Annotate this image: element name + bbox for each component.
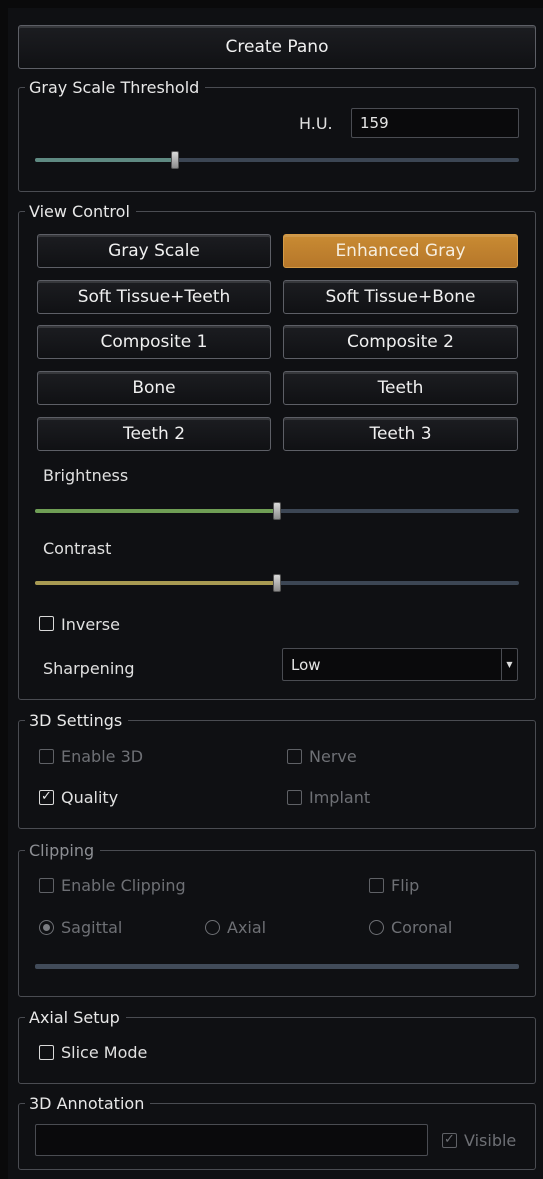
view-control-title: View Control [29,202,130,221]
nerve-label: Nerve [309,747,357,766]
view-button-gray-scale[interactable]: Gray Scale [37,234,271,268]
axial-setup-title: Axial Setup [29,1008,120,1027]
view-button-enhanced-gray[interactable]: Enhanced Gray [283,234,518,268]
contrast-label: Contrast [43,539,112,558]
create-pano-button[interactable]: Create Pano [18,25,536,69]
brightness-thumb[interactable] [273,502,281,520]
sharpening-select[interactable]: Low ▼ [282,648,518,681]
brightness-label: Brightness [43,466,129,485]
hu-value: 159 [360,114,389,132]
flip-label: Flip [391,876,420,895]
view-button-soft-tissue-bone[interactable]: Soft Tissue+Bone [283,280,518,314]
inverse-checkbox[interactable] [39,616,54,631]
enable-3d-label: Enable 3D [61,747,144,766]
sharpening-label: Sharpening [43,659,135,678]
contrast-fill [35,581,277,585]
contrast-thumb[interactable] [273,574,281,592]
slice-mode-checkbox[interactable] [39,1045,54,1060]
inverse-label: Inverse [61,615,120,634]
quality-label: Quality [61,788,119,807]
view-button-bone[interactable]: Bone [37,371,271,405]
view-button-teeth-2[interactable]: Teeth 2 [37,417,271,451]
view-button-teeth-3[interactable]: Teeth 3 [283,417,518,451]
sagittal-radio[interactable] [39,920,54,935]
nerve-checkbox[interactable] [287,749,302,764]
coronal-radio[interactable] [369,920,384,935]
enable-3d-checkbox[interactable] [39,749,54,764]
view-button-composite-2[interactable]: Composite 2 [283,325,518,359]
gray-scale-threshold-title: Gray Scale Threshold [29,78,200,97]
annotation-text-input[interactable] [35,1124,428,1156]
sharpening-value: Low [291,655,321,674]
visible-label: Visible [464,1131,517,1150]
brightness-fill [35,509,277,513]
gray-threshold-fill [35,158,176,162]
implant-checkbox[interactable] [287,790,302,805]
slice-mode-label: Slice Mode [61,1043,148,1062]
enable-clipping-checkbox[interactable] [39,878,54,893]
clipping-slider[interactable] [35,964,519,969]
visible-checkbox[interactable]: ✓ [442,1133,457,1148]
gray-threshold-slider[interactable] [35,158,519,162]
axial-label: Axial [227,918,267,937]
settings-3d-group: 3D Settings [18,711,536,829]
sagittal-label: Sagittal [61,918,123,937]
view-button-teeth[interactable]: Teeth [283,371,518,405]
view-button-composite-1[interactable]: Composite 1 [37,325,271,359]
flip-checkbox[interactable] [369,878,384,893]
hu-input[interactable]: 159 [351,108,519,138]
coronal-label: Coronal [391,918,453,937]
view-button-soft-tissue-teeth[interactable]: Soft Tissue+Teeth [37,280,271,314]
annotation-3d-title: 3D Annotation [29,1094,145,1113]
quality-checkbox[interactable]: ✓ [39,790,54,805]
gray-threshold-thumb[interactable] [171,151,180,169]
clipping-title: Clipping [29,841,95,860]
hu-label: H.U. [299,114,333,133]
settings-3d-title: 3D Settings [29,711,123,730]
enable-clipping-label: Enable Clipping [61,876,186,895]
chevron-down-icon[interactable]: ▼ [501,649,517,680]
implant-label: Implant [309,788,371,807]
axial-radio[interactable] [205,920,220,935]
